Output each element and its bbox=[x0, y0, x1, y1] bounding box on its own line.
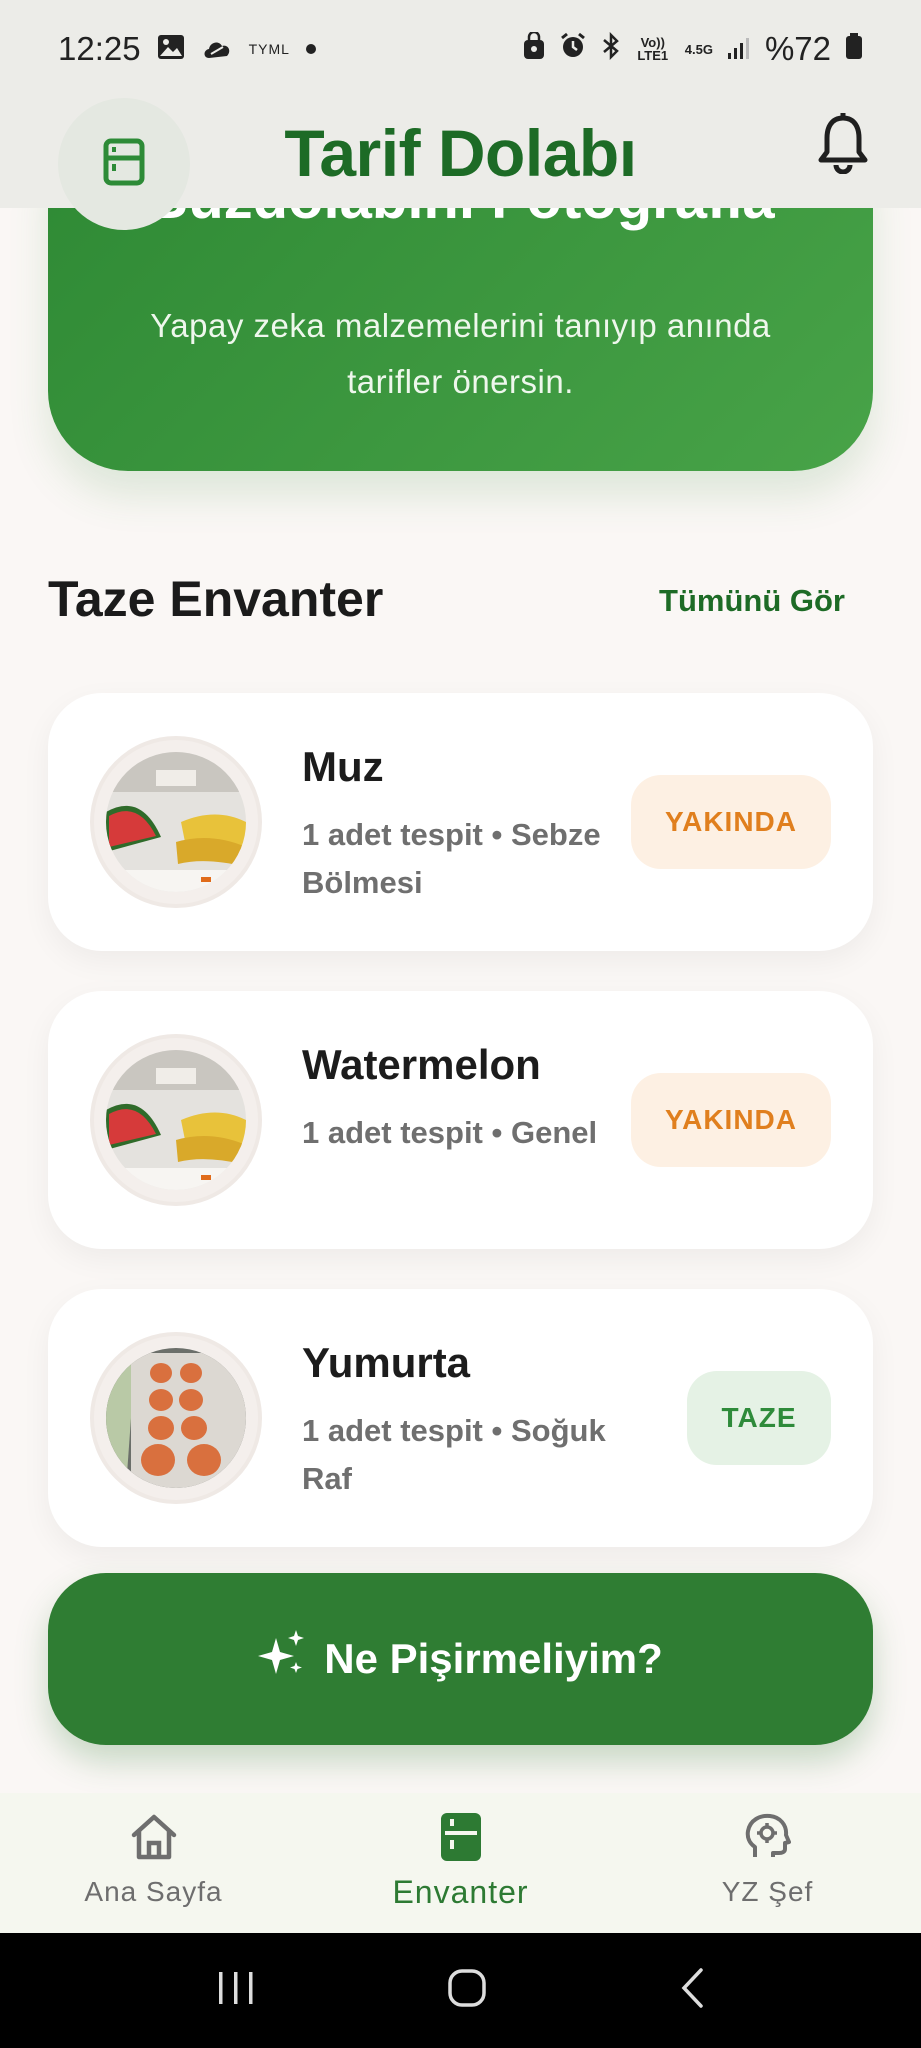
nav-item-ai-chef[interactable]: YZ Şef bbox=[614, 1793, 921, 1933]
fridge-photo-image bbox=[106, 1050, 246, 1190]
nav-label-inventory: Envanter bbox=[392, 1874, 529, 1910]
status-bar: 12:25 TYML Vo)) LTE1 4.5G %72 bbox=[0, 0, 921, 98]
app-title: Tarif Dolabı bbox=[284, 116, 637, 190]
alarm-icon bbox=[559, 30, 587, 68]
fridge-photo-image bbox=[106, 752, 246, 892]
battery-label: %72 bbox=[764, 30, 831, 67]
network-label: 4.5G bbox=[684, 41, 713, 57]
bell-icon bbox=[817, 113, 869, 178]
item-name: Watermelon bbox=[302, 1041, 541, 1088]
nav-item-inventory[interactable]: Envanter bbox=[307, 1793, 614, 1933]
nav-label-home: Ana Sayfa bbox=[84, 1876, 223, 1907]
item-meta: 1 adet tespit • Sebze Bölmesi bbox=[302, 817, 601, 900]
carrier-tag: TYML bbox=[248, 41, 290, 57]
signal-icon bbox=[727, 30, 751, 68]
app-bar: Tarif Dolabı bbox=[0, 98, 921, 230]
item-meta: 1 adet tespit • Genel bbox=[302, 1115, 598, 1150]
ai-chef-icon bbox=[745, 1813, 791, 1866]
cloud-icon bbox=[201, 30, 233, 68]
volte-label: Vo)) LTE1 bbox=[637, 35, 669, 63]
eggs-photo-image bbox=[106, 1348, 246, 1488]
bluetooth-icon bbox=[601, 30, 621, 68]
item-name: Muz bbox=[302, 743, 384, 790]
nav-label-ai-chef: YZ Şef bbox=[721, 1876, 814, 1907]
status-badge: TAZE bbox=[687, 1371, 831, 1465]
notification-dot-icon bbox=[305, 44, 316, 54]
recent-apps-button[interactable] bbox=[216, 1970, 256, 2011]
item-thumbnail bbox=[90, 736, 262, 908]
home-icon bbox=[129, 1813, 179, 1866]
fridge-icon bbox=[103, 138, 145, 191]
what-to-cook-label: Ne Pişirmeliyim? bbox=[324, 1635, 663, 1682]
item-thumbnail bbox=[90, 1034, 262, 1206]
back-button[interactable] bbox=[679, 1967, 705, 2014]
fridge-menu-button[interactable] bbox=[58, 98, 190, 230]
item-meta: 1 adet tespit • Soğuk Raf bbox=[302, 1413, 606, 1496]
what-to-cook-button[interactable]: Ne Pişirmeliyim? bbox=[48, 1573, 873, 1745]
inventory-card[interactable]: Muz 1 adet tespit • Sebze Bölmesi YAKIND… bbox=[48, 693, 873, 951]
status-badge: YAKINDA bbox=[631, 775, 831, 869]
gallery-icon bbox=[157, 30, 185, 68]
banner-subtitle: Yapay zeka malzemelerini tanıyıp anında … bbox=[150, 307, 771, 400]
battery-icon bbox=[845, 30, 863, 68]
status-time: 12:25 bbox=[58, 30, 141, 67]
item-name: Yumurta bbox=[302, 1339, 471, 1386]
nav-item-home[interactable]: Ana Sayfa bbox=[0, 1793, 307, 1933]
status-badge: YAKINDA bbox=[631, 1073, 831, 1167]
see-all-link[interactable]: Tümünü Gör bbox=[659, 583, 845, 619]
inventory-card[interactable]: Watermelon 1 adet tespit • Genel YAKINDA bbox=[48, 991, 873, 1249]
item-thumbnail bbox=[90, 1332, 262, 1504]
fridge-icon bbox=[440, 1813, 481, 1866]
section-title: Taze Envanter bbox=[48, 571, 384, 627]
home-button[interactable] bbox=[447, 1968, 487, 2013]
inventory-card[interactable]: Yumurta 1 adet tespit • Soğuk Raf TAZE bbox=[48, 1289, 873, 1547]
lock-app-icon bbox=[523, 30, 545, 68]
system-navigation-bar bbox=[0, 1933, 921, 2048]
sparkle-icon bbox=[258, 1630, 306, 1688]
bottom-navigation: Ana Sayfa Envanter YZ Şef bbox=[0, 1793, 921, 1933]
notifications-button[interactable] bbox=[817, 112, 869, 179]
